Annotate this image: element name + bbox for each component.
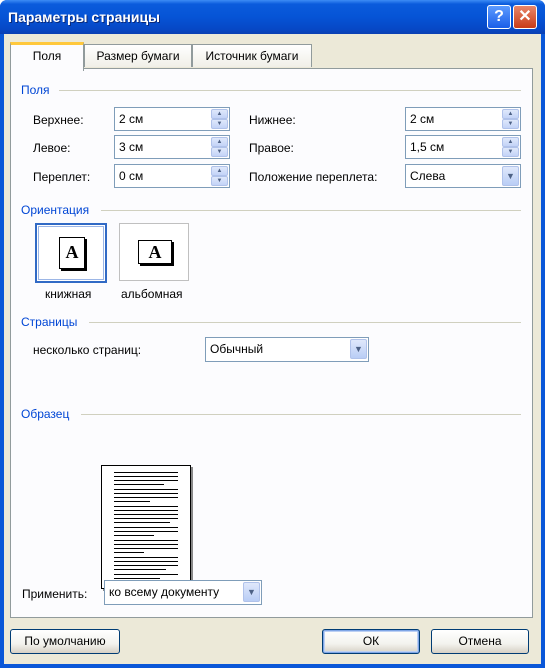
pages-group-label: Страницы xyxy=(21,315,78,329)
landscape-label: альбомная xyxy=(121,287,183,301)
margins-group-label: Поля xyxy=(21,83,50,97)
spin-up-icon[interactable]: ▲ xyxy=(211,109,228,119)
chevron-down-icon[interactable]: ▼ xyxy=(350,339,367,359)
preview-line xyxy=(114,501,150,502)
left-margin-value: 3 см xyxy=(119,140,144,154)
preview-line xyxy=(114,548,178,549)
right-margin-label: Правое: xyxy=(249,141,294,155)
spin-up-icon[interactable]: ▲ xyxy=(502,137,519,147)
portrait-page-icon: A xyxy=(59,237,85,269)
default-button[interactable]: По умолчанию xyxy=(10,629,120,654)
right-margin-value: 1,5 см xyxy=(410,140,445,154)
preview-line xyxy=(114,540,178,541)
right-margin-spinner[interactable]: 1,5 см ▲ ▼ xyxy=(405,135,521,159)
preview-line xyxy=(114,514,178,515)
apply-to-select[interactable]: ко всему документу ▼ xyxy=(104,580,262,605)
bottom-margin-value: 2 см xyxy=(410,112,435,126)
help-icon: ? xyxy=(494,8,504,25)
preview-line xyxy=(114,522,170,523)
preview-line xyxy=(114,506,178,507)
multiple-pages-value: Обычный xyxy=(210,342,264,356)
tab-panel: Поля Верхнее: 2 см ▲ ▼ Нижнее: 2 см ▲ ▼ Ле… xyxy=(10,68,533,618)
left-margin-label: Левое: xyxy=(33,141,71,155)
spin-down-icon[interactable]: ▼ xyxy=(211,119,228,129)
preview-group-label: Образец xyxy=(21,407,70,421)
preview-line xyxy=(114,561,178,562)
preview-line xyxy=(114,574,178,575)
top-margin-spinner[interactable]: 2 см ▲ ▼ xyxy=(114,107,230,131)
dialog-client: Поля Размер бумаги Источник бумаги Поля … xyxy=(4,34,541,664)
dialog-title: Параметры страницы xyxy=(8,9,161,25)
chevron-down-icon[interactable]: ▼ xyxy=(502,166,519,186)
preview-line xyxy=(114,557,178,558)
close-button[interactable]: ✕ xyxy=(513,5,537,29)
spin-down-icon[interactable]: ▼ xyxy=(502,119,519,129)
preview-line xyxy=(114,472,178,473)
portrait-label: книжная xyxy=(45,287,92,301)
spin-down-icon[interactable]: ▼ xyxy=(502,147,519,157)
apply-to-value: ко всему документу xyxy=(109,585,220,599)
preview-line xyxy=(114,578,160,579)
multiple-pages-select[interactable]: Обычный ▼ xyxy=(205,337,369,362)
dialog-window: Параметры страницы ? ✕ Поля Размер бумаг… xyxy=(0,0,545,668)
tab-label: Поля xyxy=(32,49,62,63)
divider xyxy=(81,414,521,415)
chevron-down-icon[interactable]: ▼ xyxy=(243,582,260,602)
gutter-position-select[interactable]: Слева ▼ xyxy=(405,164,521,188)
tab-paper-size[interactable]: Размер бумаги xyxy=(84,44,192,67)
preview-line xyxy=(114,476,178,477)
preview-line xyxy=(114,531,178,532)
spin-up-icon[interactable]: ▲ xyxy=(211,137,228,147)
preview-line xyxy=(114,493,178,494)
preview-line xyxy=(114,480,178,481)
bottom-margin-spinner[interactable]: 2 см ▲ ▼ xyxy=(405,107,521,131)
top-margin-value: 2 см xyxy=(119,112,144,126)
orientation-group-label: Ориентация xyxy=(21,203,90,217)
ok-button[interactable]: ОК xyxy=(322,629,420,654)
preview-line xyxy=(114,510,178,511)
divider xyxy=(101,210,521,211)
tab-label: Источник бумаги xyxy=(205,49,299,63)
cancel-button[interactable]: Отмена xyxy=(431,629,529,654)
bottom-margin-label: Нижнее: xyxy=(249,113,296,127)
landscape-page-icon: A xyxy=(138,240,172,264)
multiple-pages-label: несколько страниц: xyxy=(33,343,142,357)
tab-label: Размер бумаги xyxy=(96,49,180,63)
close-icon: ✕ xyxy=(518,8,532,25)
preview-line xyxy=(114,552,144,553)
preview-line xyxy=(114,527,178,528)
preview-line xyxy=(114,497,178,498)
gutter-position-value: Слева xyxy=(410,169,446,183)
preview-line xyxy=(114,535,154,536)
gutter-label: Переплет: xyxy=(33,170,91,184)
spin-up-icon[interactable]: ▲ xyxy=(211,166,228,176)
portrait-button[interactable]: A xyxy=(35,223,107,283)
spin-down-icon[interactable]: ▼ xyxy=(211,147,228,157)
preview-line xyxy=(114,544,178,545)
gutter-position-label: Положение переплета: xyxy=(249,170,378,184)
gutter-value: 0 см xyxy=(119,169,144,183)
preview-line xyxy=(114,569,166,570)
divider xyxy=(89,322,521,323)
divider xyxy=(59,90,521,91)
preview-line xyxy=(114,518,178,519)
spin-up-icon[interactable]: ▲ xyxy=(502,109,519,119)
page-preview xyxy=(101,465,191,589)
landscape-button[interactable]: A xyxy=(119,223,189,281)
help-button[interactable]: ? xyxy=(487,5,511,29)
preview-line xyxy=(114,484,164,485)
title-bar[interactable]: Параметры страницы ? ✕ xyxy=(0,0,545,34)
left-margin-spinner[interactable]: 3 см ▲ ▼ xyxy=(114,135,230,159)
tab-margins[interactable]: Поля xyxy=(10,42,84,71)
gutter-spinner[interactable]: 0 см ▲ ▼ xyxy=(114,164,230,188)
tab-paper-source[interactable]: Источник бумаги xyxy=(192,44,312,67)
preview-line xyxy=(114,565,178,566)
apply-to-label: Применить: xyxy=(22,587,88,601)
spin-down-icon[interactable]: ▼ xyxy=(211,176,228,186)
top-margin-label: Верхнее: xyxy=(33,113,84,127)
preview-line xyxy=(114,489,178,490)
